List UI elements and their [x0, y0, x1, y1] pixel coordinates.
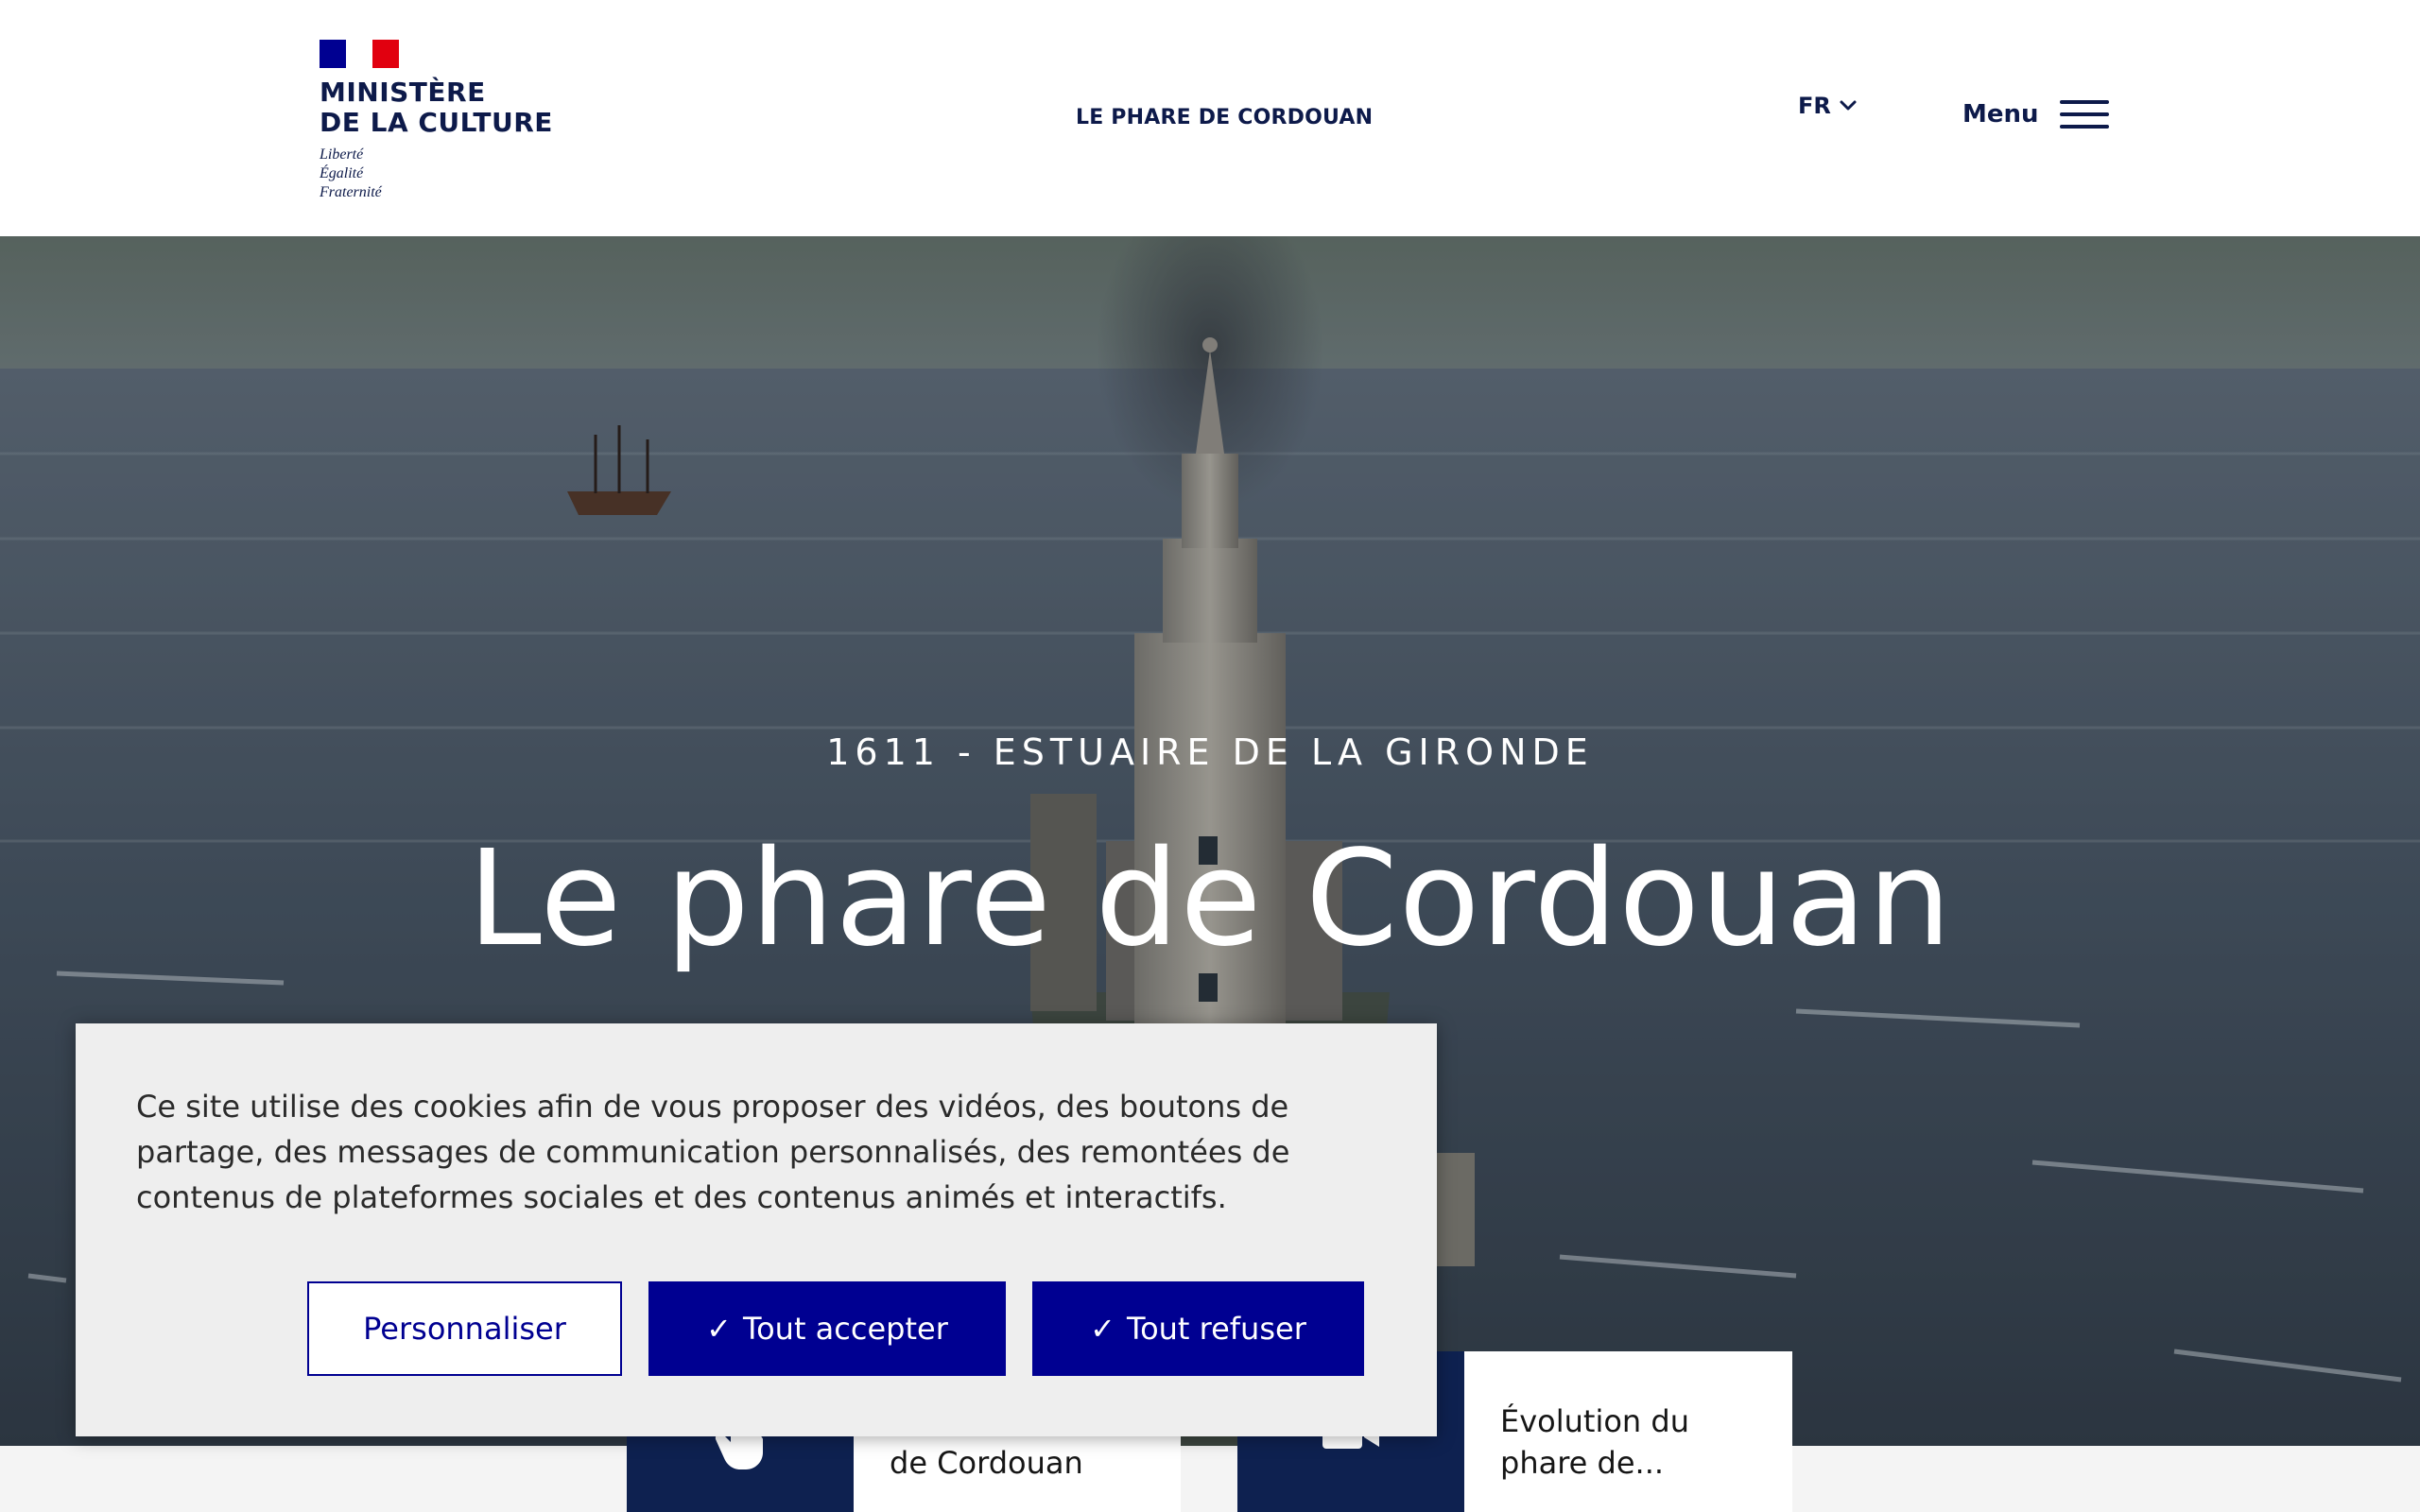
card-label: Évolution du phare de... [1464, 1351, 1792, 1512]
personnaliser-label: Personnaliser [363, 1311, 566, 1347]
menu-button[interactable]: Menu [1962, 100, 2109, 129]
cookie-consent-banner: Ce site utilise des cookies afin de vous… [76, 1023, 1437, 1436]
ministry-name: MINISTÈRE DE LA CULTURE [320, 77, 565, 138]
check-icon: ✓ [1090, 1311, 1115, 1347]
hero-kicker: 1611 - ESTUAIRE DE LA GIRONDE [826, 731, 1594, 773]
bottom-band [0, 1446, 2420, 1512]
accept-all-button[interactable]: ✓ Tout accepter [648, 1281, 1006, 1376]
language-selector[interactable]: FR [1798, 93, 1858, 119]
ministry-name-line1: MINISTÈRE [320, 77, 486, 108]
motto-egalite: Égalité [320, 165, 364, 181]
cookie-actions: Personnaliser ✓ Tout accepter ✓ Tout ref… [307, 1281, 1364, 1376]
site-name-link[interactable]: LE PHARE DE CORDOUAN [1076, 106, 1373, 129]
accept-all-label: Tout accepter [742, 1311, 948, 1347]
language-label: FR [1798, 93, 1831, 119]
republic-motto: Liberté Égalité Fraternité [320, 146, 565, 202]
personnaliser-button[interactable]: Personnaliser [307, 1281, 622, 1376]
refuse-all-label: Tout refuser [1126, 1311, 1306, 1347]
ministry-logo[interactable]: MINISTÈRE DE LA CULTURE Liberté Égalité … [320, 40, 565, 202]
hero-title: Le phare de Cordouan [467, 822, 1953, 976]
ministry-name-line2: DE LA CULTURE [320, 107, 553, 138]
french-flag-icon [320, 40, 399, 68]
motto-fraternite: Fraternité [320, 184, 382, 200]
cookie-message: Ce site utilise des cookies afin de vous… [136, 1089, 1290, 1215]
check-icon: ✓ [706, 1311, 732, 1347]
hamburger-icon [2059, 100, 2109, 129]
chevron-down-icon [1840, 100, 1857, 111]
menu-label: Menu [1962, 100, 2039, 129]
motto-liberte: Liberté [320, 146, 364, 163]
site-header: MINISTÈRE DE LA CULTURE Liberté Égalité … [0, 0, 2420, 237]
refuse-all-button[interactable]: ✓ Tout refuser [1032, 1281, 1364, 1376]
